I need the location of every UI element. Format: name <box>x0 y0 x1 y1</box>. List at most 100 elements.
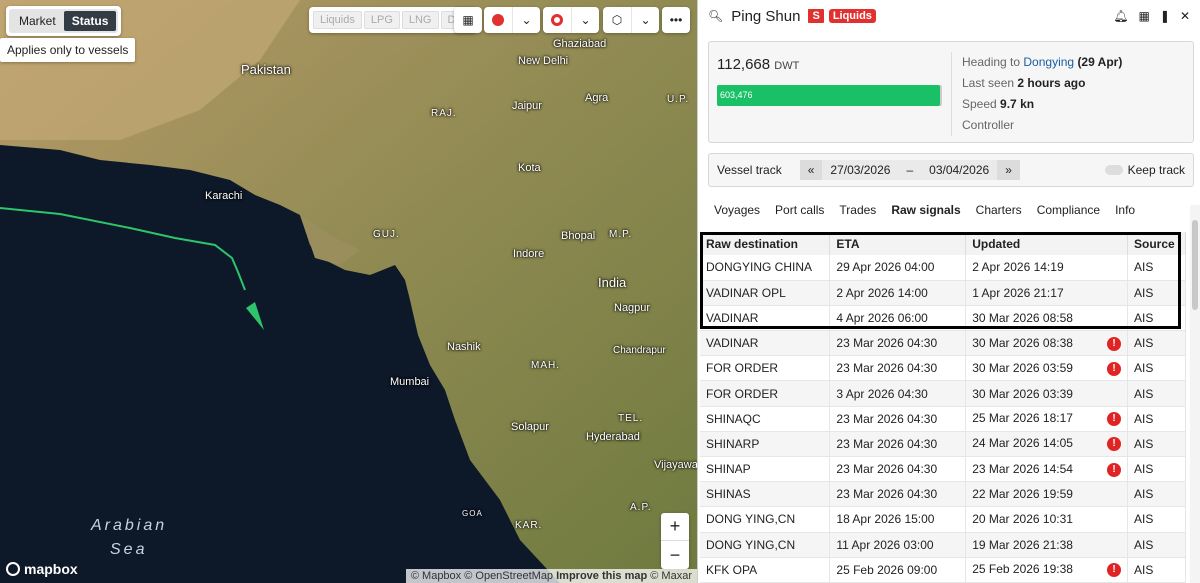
table-row[interactable]: KFK OPA 25 Feb 2026 09:00 25 Feb 2026 19:3… <box>700 557 1186 583</box>
cell-updated: 30 Mar 2026 08:58 <box>965 305 1128 332</box>
map-label: Arabian <box>91 517 168 534</box>
polygon-icon[interactable]: ⬡ <box>603 7 631 33</box>
grid-layers-icon[interactable]: ▦ <box>454 7 482 33</box>
cargo-bar: 603,476 <box>717 85 942 106</box>
table-row[interactable]: DONG YING,CN 11 Apr 2026 03:00 19 Mar 2026… <box>700 532 1186 558</box>
cell-eta: 23 Mar 2026 04:30 <box>829 456 967 483</box>
map-label: Solapur <box>511 421 549 433</box>
cell-eta: 23 Mar 2026 04:30 <box>829 406 967 432</box>
chevron-down-icon[interactable]: ⌄ <box>512 7 540 33</box>
map-label: Jaipur <box>512 100 542 112</box>
controller-row: Controller <box>962 118 1015 132</box>
filter-lpg-button[interactable]: LPG <box>363 11 400 29</box>
warning-icon[interactable]: ! <box>1107 336 1121 351</box>
improve-map-link[interactable]: Improve this map <box>556 570 647 582</box>
heading-destination-link[interactable]: Dongying <box>1023 55 1074 69</box>
map-label: Hyderabad <box>586 431 640 443</box>
tab-info[interactable]: Info <box>1115 203 1135 217</box>
map-label: Kota <box>518 162 541 174</box>
table-row[interactable]: DONGYING CHINA 29 Apr 2026 04:00 2 Apr 202… <box>700 255 1186 281</box>
zoom-out-button[interactable]: − <box>661 541 689 569</box>
table-row[interactable]: DONG YING,CN 18 Apr 2026 15:00 20 Mar 2026… <box>700 506 1186 533</box>
column-header[interactable]: Source <box>1127 232 1186 255</box>
cell-eta: 23 Mar 2026 04:30 <box>829 431 967 458</box>
red-marker-icon[interactable] <box>484 7 512 33</box>
table-row[interactable]: VADINAR 4 Apr 2026 06:00 30 Mar 2026 08:58… <box>700 305 1186 332</box>
search-icon[interactable]: 🔍︎ <box>708 9 723 23</box>
scrollbar-thumb[interactable] <box>1192 220 1198 310</box>
attrib-osm-link[interactable]: © OpenStreetMap <box>464 570 553 582</box>
warning-icon[interactable]: ! <box>1107 437 1121 452</box>
status-toggle-button[interactable]: Status <box>63 11 117 31</box>
cell-eta: 23 Mar 2026 04:30 <box>829 481 967 508</box>
attrib-maxar-link[interactable]: © Maxar <box>650 570 692 582</box>
map-label: MAH. <box>531 360 560 371</box>
column-header[interactable]: Raw destination <box>700 232 831 255</box>
map-label: Mumbai <box>390 376 430 388</box>
close-icon[interactable]: ✕ <box>1180 9 1190 23</box>
zoom-in-button[interactable]: + <box>661 513 689 541</box>
chevron-down-icon[interactable]: ⌄ <box>571 7 599 33</box>
filter-liquids-button[interactable]: Liquids <box>313 11 362 29</box>
tab-charters[interactable]: Charters <box>976 203 1022 217</box>
flag-badge: S <box>808 9 824 23</box>
cell-eta: 23 Mar 2026 04:30 <box>829 355 967 382</box>
table-row[interactable]: SHINARP 23 Mar 2026 04:30 24 Mar 2026 14:0… <box>700 431 1186 458</box>
table-row[interactable]: FOR ORDER 23 Mar 2026 04:30 30 Mar 2026 03… <box>700 355 1186 382</box>
market-toggle-button[interactable]: Market <box>11 11 64 31</box>
red-ring-icon[interactable] <box>543 7 571 33</box>
keep-track[interactable]: Keep track <box>1104 163 1185 177</box>
map-label: Agra <box>585 92 609 104</box>
filter-lng-button[interactable]: LNG <box>401 11 439 29</box>
mapbox-icon <box>6 562 20 576</box>
from-date[interactable]: 27/03/2026 <box>822 163 898 177</box>
tab-compliance[interactable]: Compliance <box>1037 203 1100 217</box>
bookmark-icon[interactable]: ❚ <box>1160 9 1170 23</box>
scrollbar[interactable] <box>1190 205 1200 583</box>
more-options-icon[interactable]: ••• <box>662 7 690 33</box>
warning-icon[interactable]: ! <box>1107 412 1121 427</box>
grid-icon[interactable]: ▦ <box>1139 9 1150 23</box>
warning-icon[interactable]: ! <box>1107 462 1121 477</box>
table-row[interactable]: SHINAS 23 Mar 2026 04:30 22 Mar 2026 19:59… <box>700 481 1186 508</box>
vessel-track-card: Vessel track « 27/03/2026 – 03/04/2026 »… <box>708 153 1194 187</box>
tab-trades[interactable]: Trades <box>839 203 876 217</box>
cell-updated: 30 Mar 2026 03:39 <box>965 380 1128 407</box>
tab-voyages[interactable]: Voyages <box>714 203 760 217</box>
tab-raw-signals[interactable]: Raw signals <box>891 203 960 217</box>
map-label: GUJ. <box>373 229 400 240</box>
column-header[interactable]: Updated <box>965 232 1128 255</box>
cell-dest: SHINAP <box>700 456 831 483</box>
cell-source: AIS <box>1127 431 1186 458</box>
cell-source: AIS <box>1127 456 1186 483</box>
prev-range-button[interactable]: « <box>799 160 823 180</box>
warning-icon[interactable]: ! <box>1107 563 1121 578</box>
cell-source: AIS <box>1127 305 1186 332</box>
column-header[interactable]: ETA <box>829 232 967 255</box>
attrib-mapbox-link[interactable]: © Mapbox <box>411 570 461 582</box>
cell-dest: SHINAS <box>700 481 831 508</box>
map-label: KAR. <box>515 520 543 531</box>
table-row[interactable]: VADINAR OPL 2 Apr 2026 14:00 1 Apr 2026 21… <box>700 280 1186 306</box>
map-label: GOA <box>462 509 483 518</box>
table-row[interactable]: SHINAQC 23 Mar 2026 04:30 25 Mar 2026 18:1… <box>700 406 1186 432</box>
map-label: Nagpur <box>614 302 651 314</box>
to-date[interactable]: 03/04/2026 <box>921 163 997 177</box>
cell-eta: 11 Apr 2026 03:00 <box>829 532 967 558</box>
bell-icon[interactable]: 🔔︎ <box>1113 9 1128 23</box>
next-range-button[interactable]: » <box>997 160 1020 180</box>
speed-row: Speed 9.7 kn <box>962 97 1035 111</box>
detail-tabs: Voyages Port calls Trades Raw signals Charte… <box>714 203 1150 217</box>
table-header: Raw destination ETA Updated Source <box>700 232 1186 255</box>
tab-port-calls[interactable]: Port calls <box>775 203 824 217</box>
table-row[interactable]: VADINAR 23 Mar 2026 04:30 30 Mar 2026 08:3… <box>700 330 1186 357</box>
segment-filter-group: Liquids LPG LNG Dry <box>309 7 476 33</box>
cell-source: AIS <box>1127 481 1186 508</box>
map-view[interactable]: Pakistan Ghaziabad New Delhi Jaipur Agra… <box>0 0 697 583</box>
chevron-down-icon[interactable]: ⌄ <box>631 7 659 33</box>
warning-icon[interactable]: ! <box>1107 361 1121 376</box>
table-row[interactable]: SHINAP 23 Mar 2026 04:30 23 Mar 2026 14:54… <box>700 456 1186 483</box>
cell-source: AIS <box>1127 330 1186 357</box>
table-row[interactable]: FOR ORDER 3 Apr 2026 04:30 30 Mar 2026 03:… <box>700 380 1186 407</box>
keep-track-toggle[interactable] <box>1104 165 1123 175</box>
